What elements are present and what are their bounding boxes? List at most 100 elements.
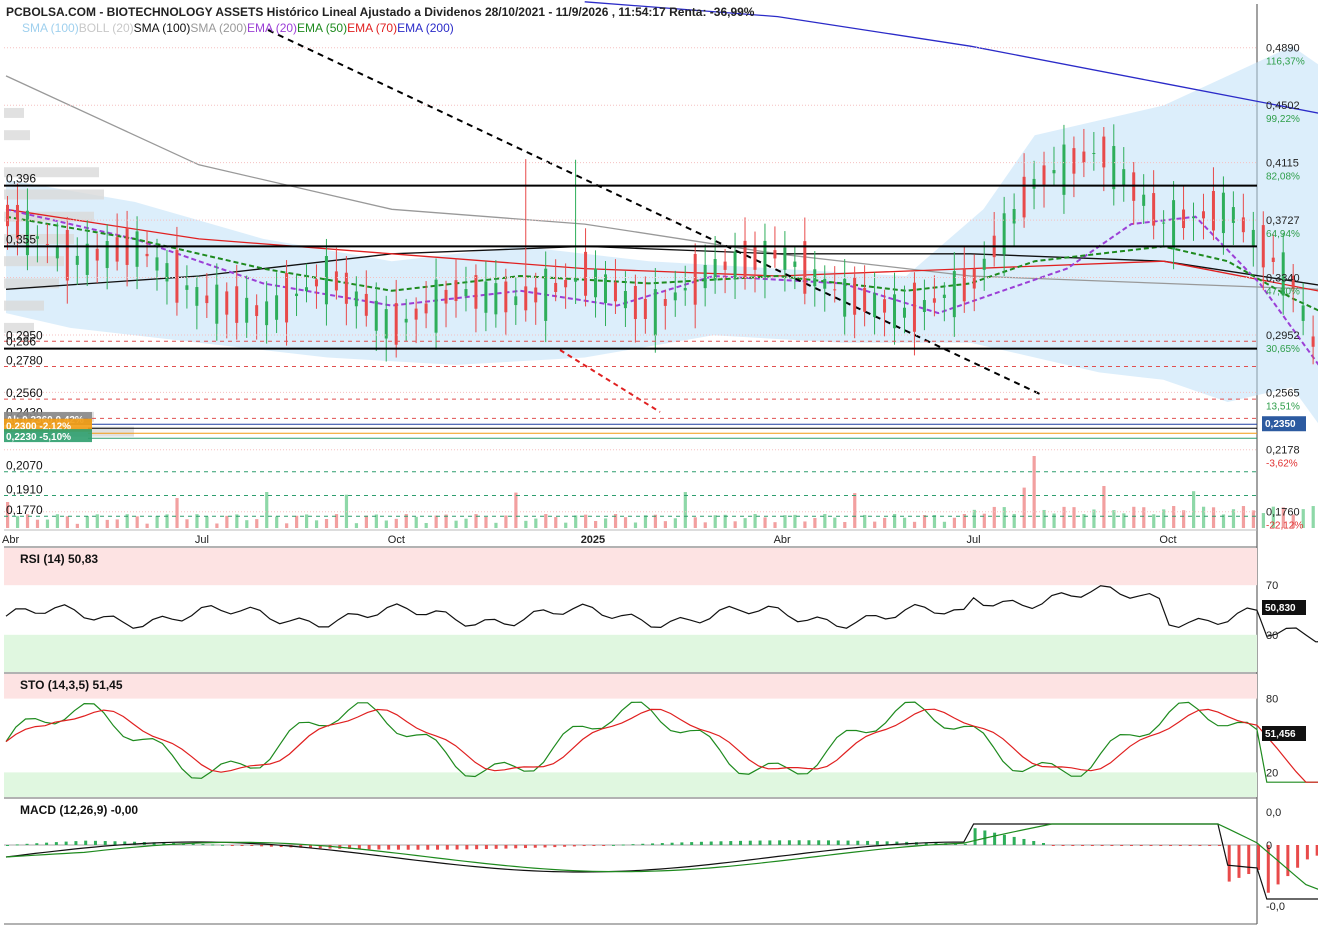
support-label: 0,286: [6, 335, 36, 349]
candle-body: [285, 272, 289, 323]
volume-bar: [295, 515, 299, 528]
candle-body: [653, 289, 657, 336]
macd-histogram-bar: [45, 842, 49, 845]
macd-histogram-bar: [1002, 834, 1006, 845]
x-tick-label: Abr: [2, 534, 19, 546]
volume-bar: [833, 517, 837, 528]
volume-bar: [524, 520, 528, 528]
macd-histogram-bar: [426, 845, 430, 850]
macd-axis-label: 0: [1266, 840, 1272, 852]
candle-body: [135, 231, 139, 267]
candle-body: [1132, 172, 1136, 201]
candle-body: [893, 294, 897, 329]
y-tick-label: 0,4115: [1266, 158, 1299, 170]
sto-label: STO (14,3,5) 51,45: [20, 678, 123, 692]
candle-body: [1192, 216, 1196, 219]
volume-bar: [873, 521, 877, 528]
macd-histogram-bar: [1032, 840, 1036, 845]
macd-histogram-bar: [1257, 845, 1261, 870]
volume-bar: [1112, 510, 1116, 528]
macd-histogram-bar: [787, 840, 791, 845]
volume-bar: [424, 522, 428, 528]
macd-histogram-bar: [1169, 845, 1173, 846]
candle-body: [235, 286, 239, 323]
volume-bar: [763, 517, 767, 528]
volume-bar: [484, 516, 488, 528]
volume-bar: [942, 521, 947, 528]
candle-body: [1062, 144, 1066, 195]
candle-body: [793, 261, 797, 267]
volume-bar: [255, 519, 259, 528]
volume-bar: [683, 492, 687, 528]
macd-histogram-bar: [250, 845, 254, 846]
volume-bar: [1022, 487, 1026, 528]
volume-bar: [972, 509, 976, 528]
macd-histogram-bar: [1286, 845, 1290, 877]
volume-bar: [703, 522, 707, 528]
candle-body: [1261, 225, 1265, 268]
macd-histogram-bar: [660, 843, 664, 845]
volume-bar: [1182, 510, 1186, 528]
macd-histogram-bar: [1198, 845, 1202, 846]
macd-histogram-bar: [866, 840, 870, 845]
volume-bar: [384, 520, 388, 528]
volume-bar: [55, 514, 60, 528]
volume-bar: [414, 516, 418, 528]
volume-bar: [1052, 513, 1056, 528]
macd-histogram-bar: [230, 845, 234, 846]
left-price-tag: 0,2230 -5,10%: [4, 429, 92, 443]
macd-histogram-bar: [455, 845, 459, 850]
volume-bar: [584, 514, 588, 528]
volume-bar: [15, 516, 20, 528]
volume-bar: [1132, 506, 1136, 528]
candle-body: [603, 274, 607, 304]
volume-bar: [1122, 513, 1126, 528]
macd-histogram-bar: [778, 840, 782, 845]
volume-bar: [912, 521, 917, 528]
volume-bar: [564, 522, 568, 528]
candle-body: [853, 277, 857, 315]
y-tick-pct: -3,62%: [1266, 459, 1298, 470]
candle-body: [982, 258, 986, 270]
y-tick-label: 0,2178: [1266, 445, 1300, 457]
candle-body: [1311, 336, 1315, 347]
candle-body: [484, 281, 488, 313]
candle-body: [1052, 170, 1056, 174]
support-label: 0,396: [6, 172, 36, 186]
y-tick-label: 0,3340: [1266, 272, 1300, 284]
y-tick-pct: 82,08%: [1266, 172, 1300, 183]
macd-histogram-bar: [484, 845, 488, 850]
macd-histogram-bar: [465, 845, 469, 850]
macd-histogram-bar: [93, 840, 97, 845]
macd-histogram-bar: [35, 843, 39, 845]
macd-histogram-bar: [1090, 845, 1094, 846]
candle-body: [544, 268, 548, 321]
macd-histogram-bar: [1178, 845, 1182, 846]
candle-body: [683, 287, 687, 291]
macd-histogram-bar: [690, 842, 694, 845]
candle-body: [1022, 176, 1026, 218]
macd-axis-label: -0,0: [1266, 901, 1285, 913]
volume-bar: [633, 522, 638, 528]
legend-entry-7: EMA (200): [397, 21, 454, 35]
y-tick-pct: 64,94%: [1266, 229, 1300, 240]
macd-histogram-bar: [993, 832, 997, 845]
candle-body: [1032, 178, 1036, 189]
volume-bar: [643, 515, 648, 528]
macd-histogram-bar: [572, 845, 576, 847]
candle-body: [1301, 305, 1305, 321]
y-tick-pct: 99,22%: [1266, 114, 1300, 125]
macd-histogram-bar: [201, 844, 205, 846]
candle-body: [155, 257, 159, 271]
macd-histogram-bar: [680, 842, 684, 845]
macd-histogram-bar: [719, 841, 723, 845]
candle-body: [693, 253, 697, 305]
y-tick-pct: -22,12%: [1266, 521, 1303, 532]
macd-histogram-bar: [836, 840, 840, 845]
candle-body: [1002, 213, 1006, 255]
macd-histogram-bar: [631, 844, 635, 846]
macd-histogram-bar: [25, 843, 29, 845]
candle-body: [414, 308, 418, 320]
volume-bar: [504, 515, 508, 528]
candle-body: [275, 295, 279, 320]
